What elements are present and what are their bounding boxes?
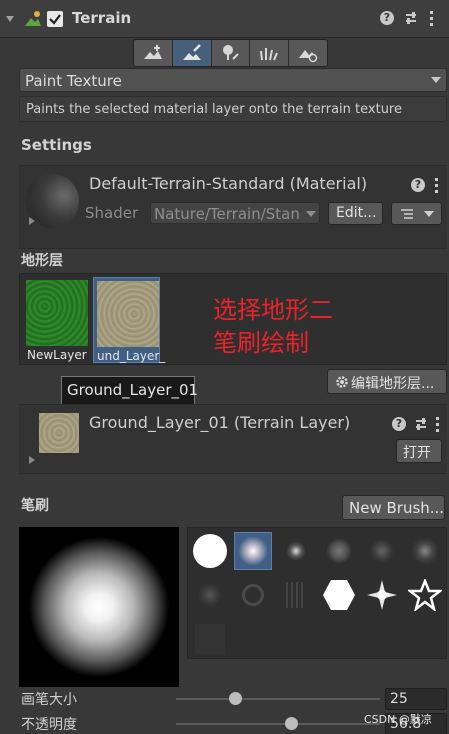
paint-terrain-icon [182,44,201,60]
foldout-arrow-icon[interactable] [5,14,15,24]
shader-label: Shader [85,204,139,222]
paint-terrain-button[interactable] [172,40,212,66]
foldout-arrow-icon[interactable] [28,455,36,465]
slider-knob[interactable] [229,692,242,705]
annotation-line: 选择地形二 [213,296,333,324]
terrain-component-icon [25,11,41,26]
terrain-layer-label: NewLayer [27,348,87,362]
preset-icon[interactable] [414,417,428,431]
brush-preview [19,527,179,687]
slider-track [176,698,380,700]
terrain-layer-preview [39,413,79,453]
brush-noise[interactable] [191,576,229,614]
enabled-checkbox[interactable] [47,11,63,27]
terrain-tool-dropdown-value: Paint Texture [25,72,122,90]
brush-size-slider[interactable] [176,692,380,711]
brush-swirl[interactable] [363,532,401,570]
shader-value: Nature/Terrain/Stan [154,205,300,223]
brushes-heading: 笔刷 [21,498,49,514]
checkmark-icon [49,14,61,25]
dropdown-arrow-icon [431,77,441,83]
star-icon [408,579,442,611]
edit-shader-button[interactable]: Edit... [328,202,383,225]
foldout-arrow-icon[interactable] [28,216,36,226]
terrain-layer-thumbnail [97,281,159,347]
brush-hexagon[interactable] [320,576,358,614]
terrain-tool-toolbar [133,39,328,67]
terrain-layer-editor: Ground_Layer_01 (Terrain Layer) ? 打开 [19,404,447,474]
brush-sparkle[interactable] [363,576,401,614]
tool-description: Paints the selected material layer onto … [19,96,447,122]
help-icon[interactable]: ? [380,11,394,25]
help-icon[interactable]: ? [392,417,406,431]
brush-splatter[interactable] [406,532,444,570]
paint-details-icon [260,48,279,61]
brush-size-field[interactable]: 25 [385,688,447,710]
list-icon [401,209,413,219]
terrain-layer-label: und_Layer_ [97,349,166,363]
shader-dropdown[interactable]: Nature/Terrain/Stan [150,202,320,224]
more-options-icon[interactable] [436,416,440,432]
brush-grass[interactable] [277,576,315,614]
settings-heading: Settings [21,136,92,154]
tool-description-text: Paints the selected material layer onto … [26,102,402,117]
dropdown-arrow-icon [424,211,434,217]
component-title: Terrain [72,9,132,27]
preset-icon[interactable] [404,11,418,25]
brush-small-soft[interactable] [277,532,315,570]
paint-details-button[interactable] [250,40,290,66]
brush-soft-circle-selected[interactable] [234,532,272,570]
terrain-layer-name: Ground_Layer_01 (Terrain Layer) [89,413,351,432]
brush-cloud[interactable] [320,532,358,570]
material-name: Default-Terrain-Standard (Material) [89,174,368,193]
brush-hard-circle[interactable] [191,532,229,570]
new-brush-button[interactable]: New Brush... [342,495,445,520]
terrain-layer-thumbnail [26,280,88,346]
edit-terrain-layers-button[interactable]: 编辑地形层... [327,369,447,394]
brush-ring[interactable] [234,576,272,614]
brush-star[interactable] [406,576,444,614]
terrain-tool-dropdown[interactable]: Paint Texture [19,68,447,92]
terrain-layer-tile[interactable]: NewLayer [23,277,90,363]
slider-knob[interactable] [285,717,298,730]
more-options-icon[interactable] [435,177,439,193]
brush-palette [187,527,447,659]
slider-track [176,723,380,725]
inspector-header: Terrain ? [0,0,449,38]
annotation-text: 选择地形二 笔刷绘制 [213,294,333,360]
hexagon-icon [323,580,355,610]
layer-tooltip: Ground_Layer_01 [61,376,198,405]
terrain-layers-heading: 地形层 [21,253,63,269]
terrain-layer-tile-selected[interactable]: und_Layer_ [93,277,165,363]
annotation-line: 笔刷绘制 [213,329,309,357]
paint-trees-icon [223,45,240,60]
sparkle-icon [367,580,397,610]
shader-options-button[interactable] [391,202,442,225]
help-icon[interactable]: ? [411,178,425,192]
terrain-settings-icon [299,50,318,63]
dropdown-arrow-icon [306,211,316,217]
opacity-slider[interactable] [176,717,380,734]
more-options-icon[interactable] [430,10,434,26]
open-layer-button[interactable]: 打开 [396,439,442,463]
create-neighbor-button[interactable] [134,40,173,66]
terrain-settings-button[interactable] [289,40,327,66]
watermark: CSDN @默凉 [364,713,432,726]
brush-size-label: 画笔大小 [21,692,77,708]
gear-icon [336,376,348,388]
material-editor: Default-Terrain-Standard (Material) ? Sh… [19,165,447,249]
paint-trees-button[interactable] [212,40,251,66]
edit-terrain-layers-label: 编辑地形层... [351,376,435,392]
brush-empty-slot[interactable] [191,620,229,658]
opacity-label: 不透明度 [21,717,77,733]
terrain-layers-palette: NewLayer und_Layer_ 选择地形二 笔刷绘制 [19,273,447,365]
create-neighbor-icon [143,45,162,59]
